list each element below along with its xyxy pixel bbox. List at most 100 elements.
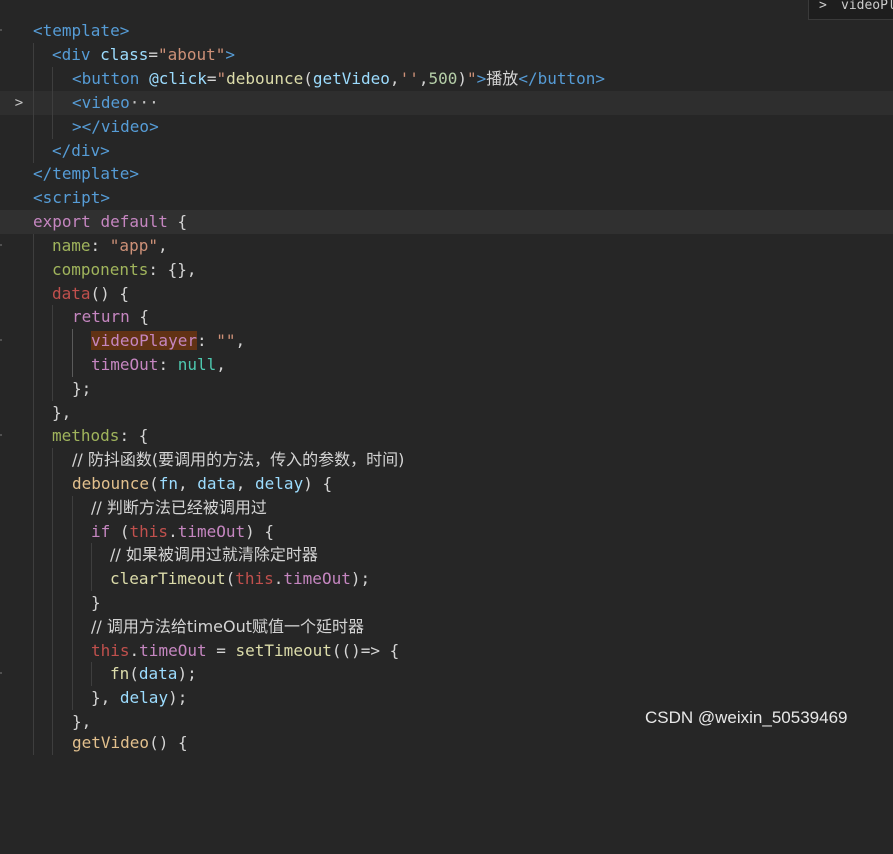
line-content: data() { — [52, 284, 130, 303]
code-line[interactable]: methods: { — [0, 424, 893, 448]
code-comment: // 防抖函数(要调用的方法，传入的参数，时间) — [72, 450, 405, 469]
code-line[interactable]: debounce(fn, data, delay) { — [0, 472, 893, 496]
code-line[interactable]: ></video> — [0, 115, 893, 139]
line-content: <video··· — [72, 93, 159, 112]
highlighted-symbol: videoPlayer — [91, 331, 197, 350]
indent-guide — [33, 258, 34, 282]
code-line[interactable]: getVideo() { — [0, 731, 893, 755]
code-line[interactable]: name: "app", — [0, 234, 893, 258]
indent-guide — [52, 591, 53, 615]
indent-guide — [52, 353, 53, 377]
indent-guide — [52, 639, 53, 663]
line-content: </template> — [33, 164, 139, 183]
indent-guide — [33, 520, 34, 544]
code-comment: // 如果被调用过就清除定时器 — [110, 545, 318, 564]
code-line[interactable]: fn(data); — [0, 662, 893, 686]
indent-guide — [33, 731, 34, 755]
code-line[interactable]: videoPlayer: "", — [0, 329, 893, 353]
indent-guide — [33, 282, 34, 306]
indent-guide — [72, 567, 73, 591]
indent-guide — [72, 662, 73, 686]
code-line[interactable]: // 防抖函数(要调用的方法，传入的参数，时间) — [0, 448, 893, 472]
fold-ellipsis: ··· — [129, 93, 159, 112]
code-line[interactable]: if (this.timeOut) { — [0, 520, 893, 544]
indent-guide — [52, 615, 53, 639]
line-content: debounce(fn, data, delay) { — [72, 474, 333, 493]
peek-tab-label: videoPl — [841, 0, 893, 13]
line-content: name: "app", — [52, 236, 168, 255]
indent-guide — [33, 686, 34, 710]
indent-guide — [33, 543, 34, 567]
line-content: // 如果被调用过就清除定时器 — [110, 543, 318, 567]
line-content: videoPlayer: "", — [91, 331, 246, 350]
gutter-marker — [0, 244, 2, 246]
indent-guide — [52, 472, 53, 496]
indent-guide — [52, 731, 53, 755]
indent-guide — [33, 401, 34, 425]
gutter-marker — [0, 29, 2, 31]
code-line[interactable]: // 调用方法给timeOut赋值一个延时器 — [0, 615, 893, 639]
code-line[interactable]: }; — [0, 377, 893, 401]
indent-guide — [72, 353, 73, 377]
code-comment: // 判断方法已经被调用过 — [91, 498, 267, 517]
code-line[interactable]: components: {}, — [0, 258, 893, 282]
code-line-current[interactable]: export default { — [0, 210, 893, 234]
code-line[interactable]: <script> — [0, 186, 893, 210]
indent-guide — [52, 543, 53, 567]
indent-guide — [72, 639, 73, 663]
line-content: getVideo() { — [72, 733, 188, 752]
indent-guide — [72, 329, 73, 353]
indent-guide — [52, 115, 53, 139]
line-content: components: {}, — [52, 260, 197, 279]
indent-guide — [33, 353, 34, 377]
code-line[interactable]: </div> — [0, 139, 893, 163]
code-line[interactable]: // 如果被调用过就清除定时器 — [0, 543, 893, 567]
indent-guide — [33, 448, 34, 472]
code-line[interactable]: } — [0, 591, 893, 615]
gutter-marker — [0, 434, 2, 436]
indent-guide — [52, 520, 53, 544]
gutter-marker — [0, 672, 2, 674]
indent-guide — [72, 615, 73, 639]
chevron-right-icon[interactable]: > — [11, 91, 27, 115]
indent-guide — [33, 329, 34, 353]
line-content: } — [91, 593, 101, 612]
indent-guide — [52, 329, 53, 353]
indent-guide — [33, 424, 34, 448]
code-line[interactable]: return { — [0, 305, 893, 329]
indent-guide — [52, 448, 53, 472]
indent-guide — [33, 139, 34, 163]
line-content: <template> — [33, 21, 130, 40]
code-line[interactable]: </template> — [0, 162, 893, 186]
code-line[interactable]: this.timeOut = setTimeout(()=> { — [0, 639, 893, 663]
indent-guide — [72, 686, 73, 710]
peek-tab-videoplayer[interactable]: > videoPl — [808, 0, 893, 20]
code-line[interactable]: // 判断方法已经被调用过 — [0, 496, 893, 520]
code-line[interactable]: <button @click="debounce(getVideo,'',500… — [0, 67, 893, 91]
indent-guide — [52, 305, 53, 329]
code-line[interactable]: <template> — [0, 19, 893, 43]
indent-guide — [33, 67, 34, 91]
line-content: timeOut: null, — [91, 355, 226, 374]
indent-guide — [72, 496, 73, 520]
indent-guide — [33, 615, 34, 639]
indent-guide — [33, 567, 34, 591]
code-line[interactable]: clearTimeout(this.timeOut); — [0, 567, 893, 591]
indent-guide — [52, 377, 53, 401]
indent-guide — [91, 662, 92, 686]
code-line[interactable]: timeOut: null, — [0, 353, 893, 377]
code-line[interactable]: <div class="about"> — [0, 43, 893, 67]
indent-guide — [72, 543, 73, 567]
gutter-marker — [0, 339, 2, 341]
line-content: if (this.timeOut) { — [91, 522, 275, 541]
line-content: }, delay); — [91, 688, 188, 707]
line-content: // 防抖函数(要调用的方法，传入的参数，时间) — [72, 448, 404, 472]
code-line-folded[interactable]: > <video··· — [0, 91, 893, 115]
indent-guide — [52, 91, 53, 115]
code-editor[interactable]: > videoPl <template> <div class="about">… — [0, 0, 893, 755]
line-content: <div class="about"> — [52, 45, 236, 64]
code-line[interactable]: }, — [0, 401, 893, 425]
indent-guide — [52, 662, 53, 686]
indent-guide — [33, 305, 34, 329]
code-line[interactable]: data() { — [0, 282, 893, 306]
